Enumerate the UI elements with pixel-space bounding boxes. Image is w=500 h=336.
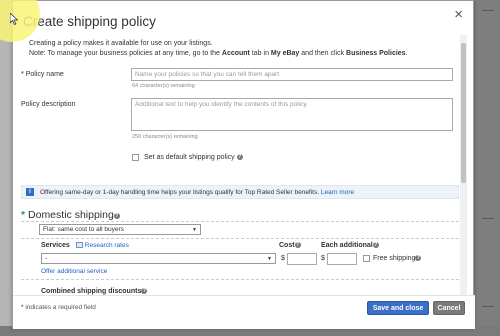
intro-note-text: and then click	[301, 49, 345, 57]
dropdown-arrow-icon: ▼	[267, 256, 272, 262]
dialog-title: Create shipping policy	[23, 14, 156, 29]
domestic-shipping-title: Domestic shipping	[28, 209, 114, 221]
info-banner: i Offering same-day or 1-day handling ti…	[21, 185, 459, 199]
domestic-shipping-heading: * Domestic shipping?	[21, 209, 120, 221]
currency-symbol: $	[321, 255, 325, 262]
scrollbar-thumb[interactable]	[461, 43, 466, 183]
dropdown-arrow-icon: ▼	[192, 227, 197, 233]
required-field-note-text: indicates a required field	[25, 304, 96, 311]
research-rates-link[interactable]: Research rates	[75, 242, 129, 249]
policy-description-label: Policy description	[21, 101, 76, 108]
table-icon	[75, 242, 83, 248]
backdrop-tick	[482, 306, 494, 307]
help-icon[interactable]: ?	[141, 288, 148, 294]
help-icon[interactable]: ?	[236, 154, 243, 160]
help-icon[interactable]: ?	[415, 255, 422, 261]
backdrop-tick	[482, 218, 494, 219]
shipping-method-value: Flat: same cost to all buyers	[43, 226, 124, 233]
intro-note-text: tab in	[251, 49, 269, 57]
policy-name-label-text: Policy name	[25, 71, 64, 78]
save-and-close-button[interactable]: Save and close	[367, 301, 429, 315]
default-policy-checkbox[interactable]	[132, 154, 139, 161]
free-shipping-checkbox[interactable]	[363, 255, 370, 262]
policy-description-textarea[interactable]: Additional text to help you identify the…	[131, 98, 453, 131]
each-additional-input[interactable]	[327, 253, 357, 265]
default-policy-label-text: Set as default shipping policy	[144, 154, 235, 161]
mouse-cursor-icon	[10, 13, 18, 25]
required-star: *	[21, 209, 26, 221]
required-field-note: * indicates a required field	[21, 304, 96, 311]
free-shipping-text: Free shipping	[373, 255, 416, 262]
policy-name-remaining: 64 character(s) remaining	[132, 83, 195, 89]
research-rates-text: Research rates	[84, 242, 129, 249]
learn-more-link[interactable]: Learn more	[321, 189, 354, 196]
currency-symbol: $	[281, 255, 285, 262]
intro-line-2: Note: To manage your business policies a…	[29, 49, 408, 59]
close-icon[interactable]: ×	[454, 7, 463, 22]
combined-discounts-text: Combined shipping discounts	[41, 288, 142, 295]
info-message: Offering same-day or 1-day handling time…	[40, 189, 320, 196]
dialog-scroll-area[interactable]: Creating a policy makes it available for…	[21, 35, 467, 295]
default-policy-label: Set as default shipping policy ?	[144, 154, 243, 161]
combined-discounts-heading: Combined shipping discounts?	[41, 288, 148, 295]
create-shipping-policy-dialog: Create shipping policy × Creating a poli…	[12, 0, 475, 329]
help-icon[interactable]: ?	[372, 242, 379, 248]
intro-text: Creating a policy makes it available for…	[29, 39, 408, 58]
required-star: *	[21, 304, 24, 311]
each-additional-column-header: Each additional?	[321, 242, 379, 249]
intro-business-policies-text: Business Policies	[346, 49, 406, 57]
intro-line-1: Creating a policy makes it available for…	[29, 40, 213, 47]
each-additional-label: Each additional	[321, 242, 373, 249]
section-divider	[21, 221, 459, 222]
services-column-header: Services Research rates	[41, 242, 129, 249]
section-divider	[21, 238, 459, 239]
backdrop-tick	[482, 10, 494, 11]
backdrop-right-strip	[474, 0, 500, 336]
cost-column-header: Cost?	[279, 242, 301, 249]
shipping-method-select[interactable]: Flat: same cost to all buyers ▼	[39, 224, 201, 235]
intro-myebay-text: My eBay	[270, 49, 300, 57]
section-divider	[21, 279, 459, 280]
info-banner-text: Offering same-day or 1-day handling time…	[40, 189, 354, 196]
required-star: *	[21, 71, 24, 78]
backdrop-left-strip	[0, 0, 12, 336]
policy-name-input[interactable]: Name your policies so that you can tell …	[131, 68, 453, 81]
help-icon[interactable]: ?	[294, 242, 301, 248]
vertical-scrollbar[interactable]	[460, 35, 467, 295]
dialog-footer: * indicates a required field Save and cl…	[13, 295, 475, 329]
free-shipping-label: Free shipping?	[373, 255, 422, 262]
help-icon[interactable]: ?	[113, 213, 120, 219]
intro-period: .	[405, 49, 408, 57]
intro-account-text: Account	[221, 49, 250, 57]
info-icon: i	[26, 188, 34, 196]
policy-name-label: * Policy name	[21, 71, 64, 78]
shipping-service-select[interactable]: - ▼	[41, 253, 276, 264]
offer-additional-service-link[interactable]: Offer additional service	[41, 268, 107, 275]
policy-description-remaining: 250 character(s) remaining	[132, 134, 198, 140]
cancel-button[interactable]: Cancel	[433, 301, 465, 315]
services-label: Services	[41, 242, 70, 249]
cost-label: Cost	[279, 242, 295, 249]
intro-note-text: Note: To manage your business policies a…	[29, 49, 220, 57]
shipping-service-value: -	[45, 255, 48, 262]
cost-input[interactable]	[287, 253, 317, 265]
